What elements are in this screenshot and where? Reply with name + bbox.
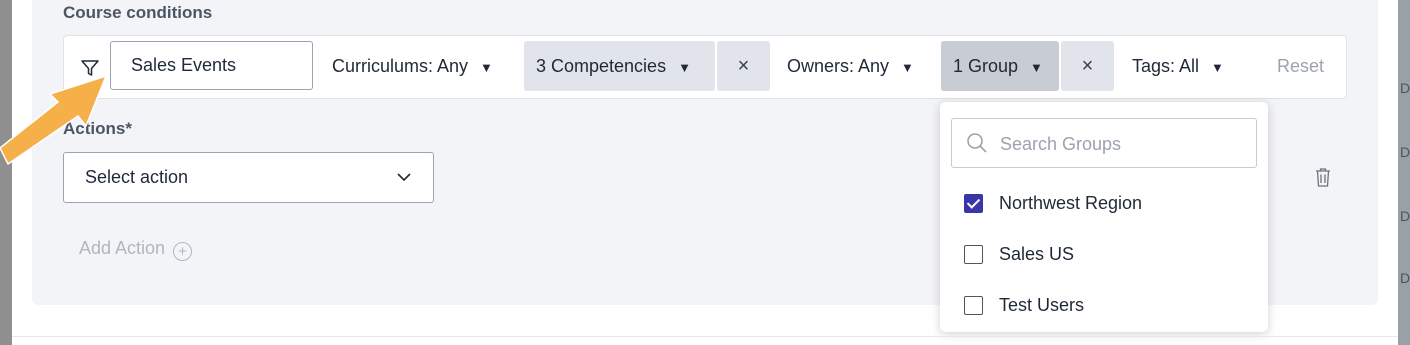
tags-filter-label: Tags: All (1132, 56, 1200, 76)
caret-down-icon: ▼ (901, 60, 914, 75)
chevron-down-icon (397, 173, 411, 182)
background-edge-icon: D (1400, 80, 1410, 96)
caret-down-icon: ▼ (480, 60, 493, 75)
course-search-input[interactable]: Sales Events (110, 41, 313, 90)
divider (12, 336, 1398, 337)
owners-filter-label: Owners: Any (787, 56, 890, 76)
search-icon (967, 133, 987, 153)
select-action-placeholder: Select action (85, 167, 189, 187)
add-action-label: Add Action (79, 238, 166, 258)
group-option-label: Test Users (999, 295, 1085, 315)
group-filter-label: 1 Group (953, 56, 1019, 76)
group-search-input[interactable] (998, 127, 1252, 161)
add-action-button[interactable]: Add Action + (79, 238, 193, 261)
clear-group-button[interactable]: × (1061, 41, 1114, 91)
annotation-arrow (0, 75, 107, 165)
trash-icon[interactable] (1313, 166, 1333, 188)
filter-bar: Sales Events Curriculums: Any ▼ 3 Compete… (63, 35, 1347, 99)
background-edge-icon: D (1400, 270, 1410, 286)
plus-circle-icon: + (173, 242, 193, 261)
clear-competencies-button[interactable]: × (717, 41, 770, 91)
close-icon: × (1081, 55, 1094, 77)
curriculums-filter[interactable]: Curriculums: Any ▼ (332, 41, 493, 91)
caret-down-icon: ▼ (678, 60, 691, 75)
reset-button[interactable]: Reset (1277, 41, 1324, 91)
tags-filter[interactable]: Tags: All ▼ (1132, 41, 1224, 91)
checkbox[interactable] (964, 245, 983, 264)
checkbox[interactable] (964, 296, 983, 315)
owners-filter[interactable]: Owners: Any ▼ (787, 41, 914, 91)
group-option-sales-us[interactable]: Sales US (964, 241, 1074, 267)
course-conditions-label: Course conditions (63, 3, 213, 22)
modal: Course conditions Sales Events Curriculu… (12, 0, 1398, 345)
caret-down-icon: ▼ (1211, 60, 1224, 75)
group-option-label: Sales US (999, 244, 1075, 264)
group-option-label: Northwest Region (999, 193, 1143, 213)
caret-down-icon: ▼ (1030, 60, 1043, 75)
checkbox-checked[interactable] (964, 194, 983, 213)
background-edge-icon: D (1400, 208, 1410, 224)
group-dropdown-menu: Northwest Region Sales US Test Users (940, 102, 1268, 332)
group-option-test-users[interactable]: Test Users (964, 292, 1084, 318)
backdrop-right: D D D D (1398, 0, 1410, 345)
group-option-northwest-region[interactable]: Northwest Region (964, 190, 1142, 216)
close-icon: × (737, 55, 750, 77)
conditions-panel: Course conditions Sales Events Curriculu… (32, 0, 1378, 332)
background-edge-icon: D (1400, 144, 1410, 160)
backdrop-left (0, 0, 12, 345)
group-filter[interactable]: 1 Group ▼ (941, 41, 1059, 91)
group-search-field[interactable] (951, 118, 1257, 168)
competencies-filter-label: 3 Competencies (536, 56, 667, 76)
curriculums-filter-label: Curriculums: Any (332, 56, 469, 76)
competencies-filter[interactable]: 3 Competencies ▼ (524, 41, 715, 91)
